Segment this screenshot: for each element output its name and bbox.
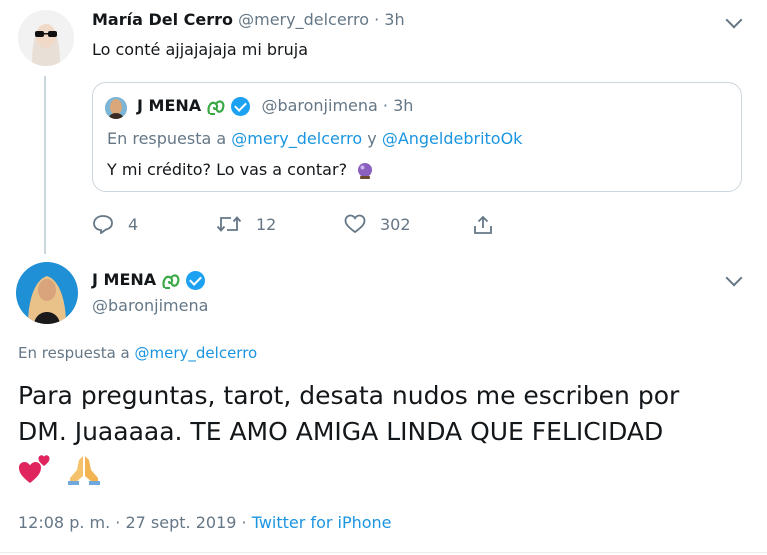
reply-count: 4 <box>128 214 139 234</box>
reply-prefix: En respuesta a <box>107 129 227 148</box>
reply-action[interactable]: 4 <box>92 214 138 234</box>
reply-user-link[interactable]: @mery_delcerro <box>135 344 258 362</box>
reply-joiner: y <box>367 129 377 148</box>
emoji-row <box>18 450 679 488</box>
retweet-count: 12 <box>256 214 277 234</box>
quoted-time: 3h <box>393 96 414 115</box>
main-display-name[interactable]: J MENA <box>92 270 156 289</box>
lucky-symbol-icon <box>207 99 225 115</box>
divider <box>0 552 767 553</box>
main-tweet-text: Para preguntas, tarot, desata nudos me e… <box>18 378 679 488</box>
thread-line <box>44 76 46 254</box>
tweet-date[interactable]: 27 sept. 2019 <box>125 513 236 532</box>
main-tweet-meta: 12:08 p. m. · 27 sept. 2019 · Twitter fo… <box>18 513 392 532</box>
avatar-jmena[interactable] <box>16 262 78 324</box>
reply-user-link[interactable]: @AngeldebritoOk <box>382 129 523 148</box>
like-action[interactable]: 302 <box>344 214 411 234</box>
avatar-maria[interactable] <box>18 10 74 66</box>
main-handle[interactable]: @baronjimena <box>92 296 208 315</box>
chevron-down-icon[interactable] <box>725 11 743 29</box>
reply-prefix: En respuesta a <box>18 344 130 362</box>
tweet1-header: María Del Cerro @mery_delcerro · 3h <box>92 10 405 29</box>
tweet-source-link[interactable]: Twitter for iPhone <box>252 513 392 532</box>
hearts-emoji <box>19 455 50 483</box>
main-text-line: Para preguntas, tarot, desata nudos me e… <box>18 381 680 410</box>
main-tweet-name-row: J MENA <box>92 270 206 290</box>
reply-icon <box>93 215 113 234</box>
quoted-text-row: Y mi crédito? Lo vas a contar? <box>107 160 374 180</box>
quoted-header: J MENA @baronjimena · 3h <box>137 96 414 116</box>
like-count: 302 <box>380 214 411 234</box>
retweet-icon <box>216 216 242 232</box>
heart-icon <box>344 214 366 234</box>
verified-icon <box>186 271 206 290</box>
verified-icon <box>231 97 251 116</box>
quoted-reply-context: En respuesta a @mery_delcerro y @Angelde… <box>107 129 522 148</box>
reply-user-link[interactable]: @mery_delcerro <box>231 129 362 148</box>
meta-separator: · <box>115 513 121 532</box>
tweet1-handle[interactable]: @mery_delcerro <box>238 10 369 29</box>
tweet1-display-name[interactable]: María Del Cerro <box>92 10 233 29</box>
tweet1-time[interactable]: 3h <box>384 10 404 29</box>
tweet-time[interactable]: 12:08 p. m. <box>18 513 110 532</box>
quoted-handle: @baronjimena <box>261 96 378 115</box>
tweet1-text: Lo conté ajjajajaja mi bruja <box>92 40 309 59</box>
share-icon <box>474 215 492 234</box>
crystal-ball-emoji <box>358 162 373 179</box>
retweet-action[interactable]: 12 <box>216 214 276 234</box>
share-action[interactable] <box>472 214 494 236</box>
meta-separator: · <box>241 513 247 532</box>
praying-hands-emoji <box>67 456 100 485</box>
quoted-avatar <box>105 97 127 119</box>
chevron-down-icon[interactable] <box>725 269 743 287</box>
main-reply-context: En respuesta a @mery_delcerro <box>18 344 257 362</box>
lucky-symbol-icon <box>162 273 180 289</box>
main-text-line: DM. Juaaaaa. TE AMO AMIGA LINDA QUE FELI… <box>18 417 664 446</box>
quoted-display-name: J MENA <box>137 96 202 115</box>
quoted-text: Y mi crédito? Lo vas a contar? <box>107 160 348 179</box>
quoted-tweet-card[interactable]: J MENA @baronjimena · 3h En respuesta a … <box>92 82 742 192</box>
